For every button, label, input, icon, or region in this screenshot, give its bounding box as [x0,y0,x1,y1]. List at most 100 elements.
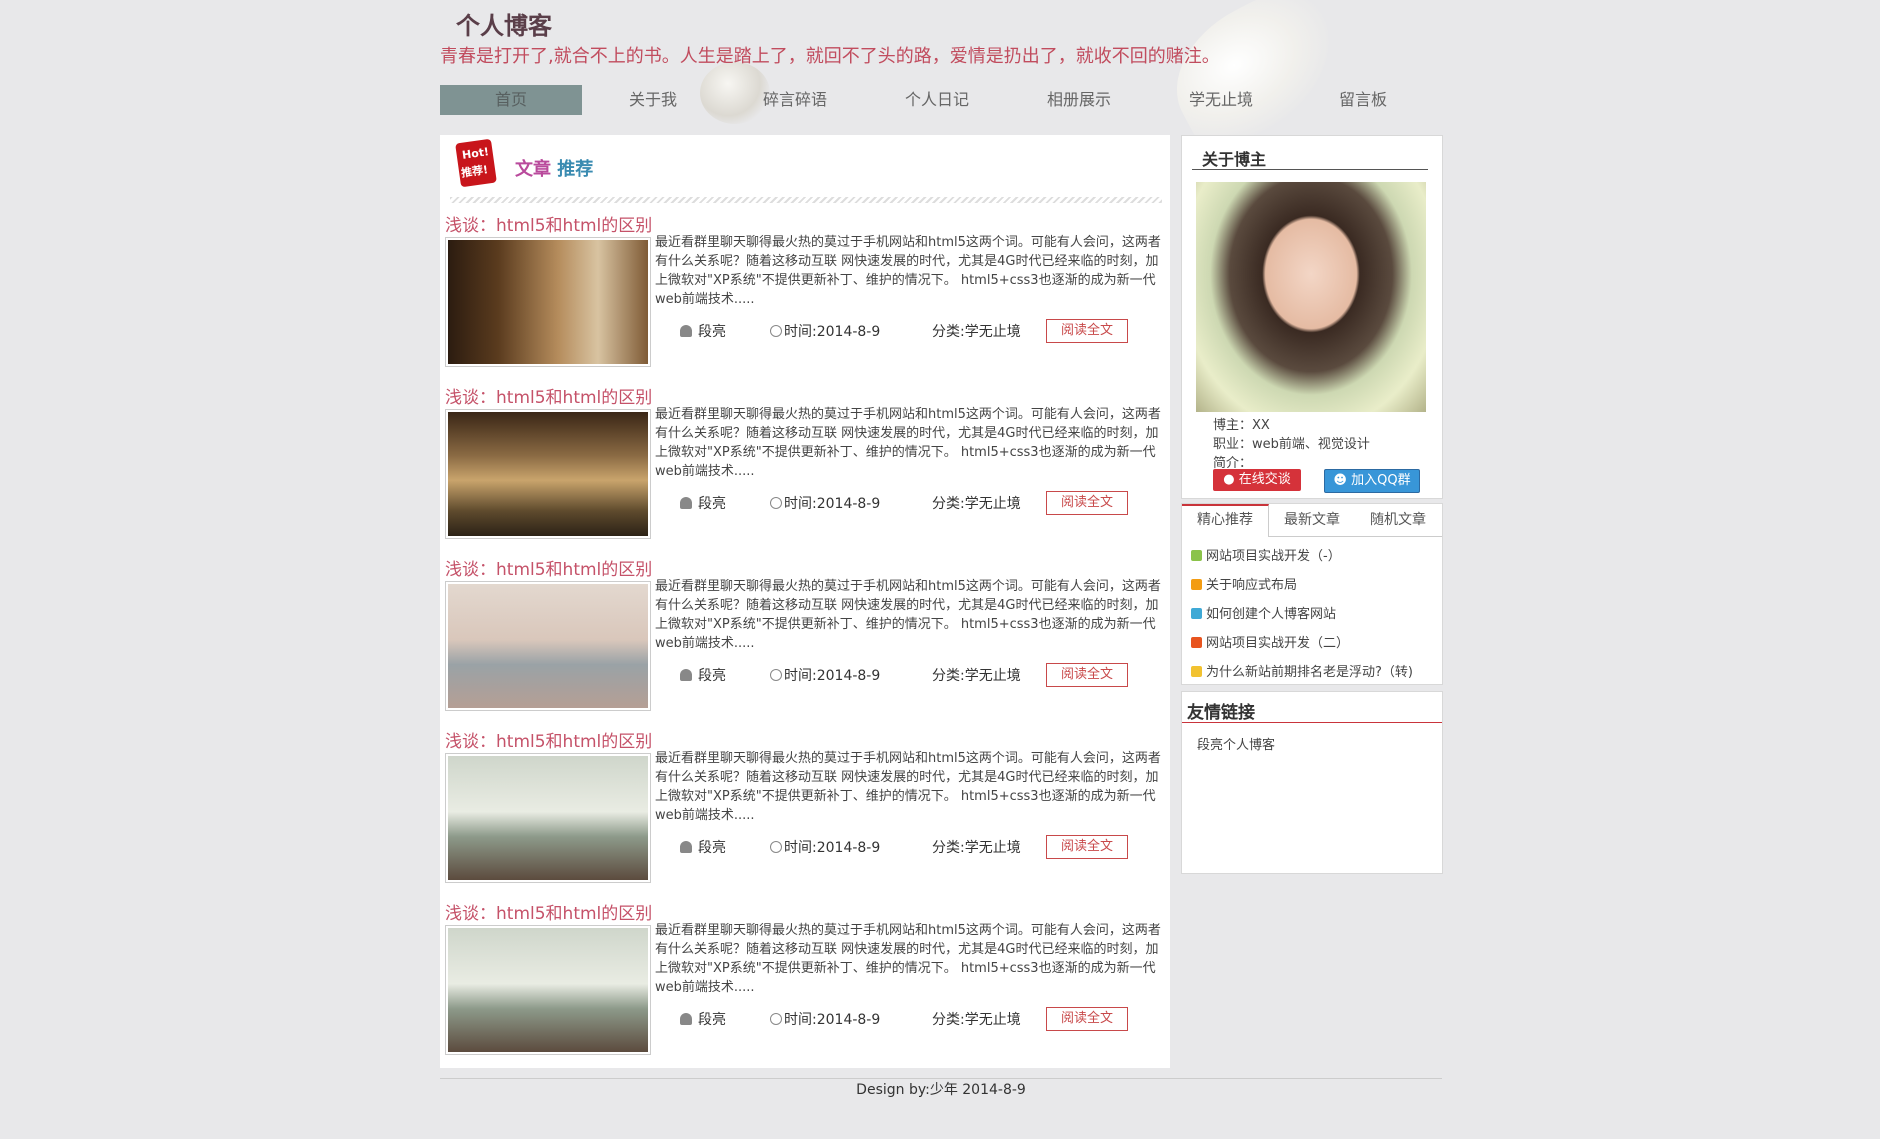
clock-icon [770,325,782,337]
article-title[interactable]: 浅谈：html5和html的区别 [445,899,652,924]
article-category: 分类:学无止境 [932,324,1021,340]
user-icon [680,669,692,681]
time-text: 时间:2014-8-9 [784,668,881,684]
nav-item-diary[interactable]: 个人日记 [866,85,1008,115]
clock-icon [770,669,782,681]
recommended-item-label: 为什么新站前期排名老是浮动?（转) [1206,665,1413,680]
tab-latest[interactable]: 最新文章 [1269,504,1355,536]
footer-text: Design by:少年 2014-8-9 [856,1082,1026,1098]
about-title-underline [1192,169,1428,170]
article-thumbnail[interactable] [445,237,651,367]
time-text: 时间:2014-8-9 [784,1012,881,1028]
article-excerpt: 最近看群里聊天聊得最火热的莫过于手机网站和html5这两个词。可能有人会问，这两… [655,751,1161,823]
user-icon [680,325,692,337]
author-name: 段亮 [698,668,726,684]
site-title[interactable]: 个人博客 [456,6,552,41]
recommended-list: 网站项目实战开发（-） 关于响应式布局 如何创建个人博客网站 网站项目实战开发（… [1191,542,1436,687]
article-title[interactable]: 浅谈：html5和html的区别 [445,211,652,236]
online-chat-button[interactable]: ● 在线交谈 [1213,469,1301,491]
article-category: 分类:学无止境 [932,1012,1021,1028]
article-author: 段亮 [680,1009,726,1029]
article-thumbnail[interactable] [445,753,651,883]
friend-links-title: 友情链接 [1187,703,1255,723]
about-title: 关于博主 [1202,150,1267,169]
tab-recommended[interactable]: 精心推荐 [1182,504,1269,537]
read-more-button[interactable]: 阅读全文 [1046,319,1128,343]
user-icon [680,497,692,509]
time-text: 时间:2014-8-9 [784,496,881,512]
bullet-icon [1191,666,1202,677]
blogger-job: 职业：web前端、视觉设计 [1213,437,1370,452]
read-more-button[interactable]: 阅读全文 [1046,1007,1128,1031]
friend-links-box: 友情链接 段亮个人博客 [1181,691,1443,874]
read-more-button[interactable]: 阅读全文 [1046,663,1128,687]
about-blogger-box: 关于博主 博主：XX 职业：web前端、视觉设计 简介： ● 在线交谈 ☻ 加入… [1181,135,1443,499]
article-item: 浅谈：html5和html的区别 最近看群里聊天聊得最火热的莫过于手机网站和ht… [440,211,1170,383]
blogger-photo [1196,182,1426,412]
article-item: 浅谈：html5和html的区别 最近看群里聊天聊得最火热的莫过于手机网站和ht… [440,727,1170,899]
section-divider [450,197,1162,203]
time-text: 时间:2014-8-9 [784,840,881,856]
article-title[interactable]: 浅谈：html5和html的区别 [445,727,652,752]
recommended-item[interactable]: 为什么新站前期排名老是浮动?（转) [1191,658,1436,687]
friend-link[interactable]: 段亮个人博客 [1197,734,1275,753]
group-icon: ☻ [1333,473,1352,488]
hot-recommend-badge: Hot! 推荐! [455,137,497,188]
article-time: 时间:2014-8-9 [770,665,880,685]
read-more-button[interactable]: 阅读全文 [1046,491,1128,515]
article-excerpt: 最近看群里聊天聊得最火热的莫过于手机网站和html5这两个词。可能有人会问，这两… [655,579,1161,651]
article-item: 浅谈：html5和html的区别 最近看群里聊天聊得最火热的莫过于手机网站和ht… [440,383,1170,555]
blogger-name: 博主：XX [1213,418,1270,433]
article-excerpt: 最近看群里聊天聊得最火热的莫过于手机网站和html5这两个词。可能有人会问，这两… [655,235,1161,307]
bullet-icon [1191,579,1202,590]
recommended-item-label: 如何创建个人博客网站 [1206,607,1337,622]
friend-links-underline [1182,722,1442,723]
article-time: 时间:2014-8-9 [770,1009,880,1029]
clock-icon [770,841,782,853]
article-title[interactable]: 浅谈：html5和html的区别 [445,383,652,408]
article-author: 段亮 [680,665,726,685]
article-time: 时间:2014-8-9 [770,837,880,857]
article-author: 段亮 [680,837,726,857]
recommended-item[interactable]: 网站项目实战开发（二） [1191,629,1436,658]
user-icon [680,1013,692,1025]
article-category: 分类:学无止境 [932,840,1021,856]
recommended-item-label: 网站项目实战开发（二） [1206,636,1350,651]
section-title: 文章 推荐 [515,155,593,181]
nav-item-about[interactable]: 关于我 [582,85,724,115]
tab-random[interactable]: 随机文章 [1355,504,1441,536]
recommended-item[interactable]: 如何创建个人博客网站 [1191,600,1436,629]
article-excerpt: 最近看群里聊天聊得最火热的莫过于手机网站和html5这两个词。可能有人会问，这两… [655,923,1161,995]
article-thumbnail[interactable] [445,581,651,711]
nav-item-musings[interactable]: 碎言碎语 [724,85,866,115]
nav-item-home[interactable]: 首页 [440,85,582,115]
clock-icon [770,1013,782,1025]
user-icon [680,841,692,853]
article-author: 段亮 [680,493,726,513]
join-qq-group-button[interactable]: ☻ 加入QQ群 [1324,469,1420,493]
time-text: 时间:2014-8-9 [784,324,881,340]
recommended-item[interactable]: 网站项目实战开发（-） [1191,542,1436,571]
recommended-item[interactable]: 关于响应式布局 [1191,571,1436,600]
author-name: 段亮 [698,324,726,340]
clock-icon [770,497,782,509]
qq-penguin-icon: ● [1223,472,1239,487]
article-thumbnail[interactable] [445,409,651,539]
article-thumbnail[interactable] [445,925,651,1055]
article-tabs-box: 精心推荐 最新文章 随机文章 网站项目实战开发（-） 关于响应式布局 如何创建个… [1181,503,1443,685]
article-time: 时间:2014-8-9 [770,321,880,341]
read-more-button[interactable]: 阅读全文 [1046,835,1128,859]
bullet-icon [1191,608,1202,619]
tab-bar: 精心推荐 最新文章 随机文章 [1182,504,1442,537]
article-list-panel: Hot! 推荐! 文章 推荐 浅谈：html5和html的区别 最近看群里聊天聊… [440,135,1170,1068]
bullet-icon [1191,637,1202,648]
author-name: 段亮 [698,840,726,856]
recommended-item-label: 网站项目实战开发（-） [1206,549,1341,564]
nav-item-learning[interactable]: 学无止境 [1150,85,1292,115]
article-title[interactable]: 浅谈：html5和html的区别 [445,555,652,580]
main-nav: 首页 关于我 碎言碎语 个人日记 相册展示 学无止境 留言板 [440,85,1442,115]
article-item: 浅谈：html5和html的区别 最近看群里聊天聊得最火热的莫过于手机网站和ht… [440,899,1170,1071]
nav-item-guestbook[interactable]: 留言板 [1292,85,1434,115]
author-name: 段亮 [698,496,726,512]
nav-item-album[interactable]: 相册展示 [1008,85,1150,115]
